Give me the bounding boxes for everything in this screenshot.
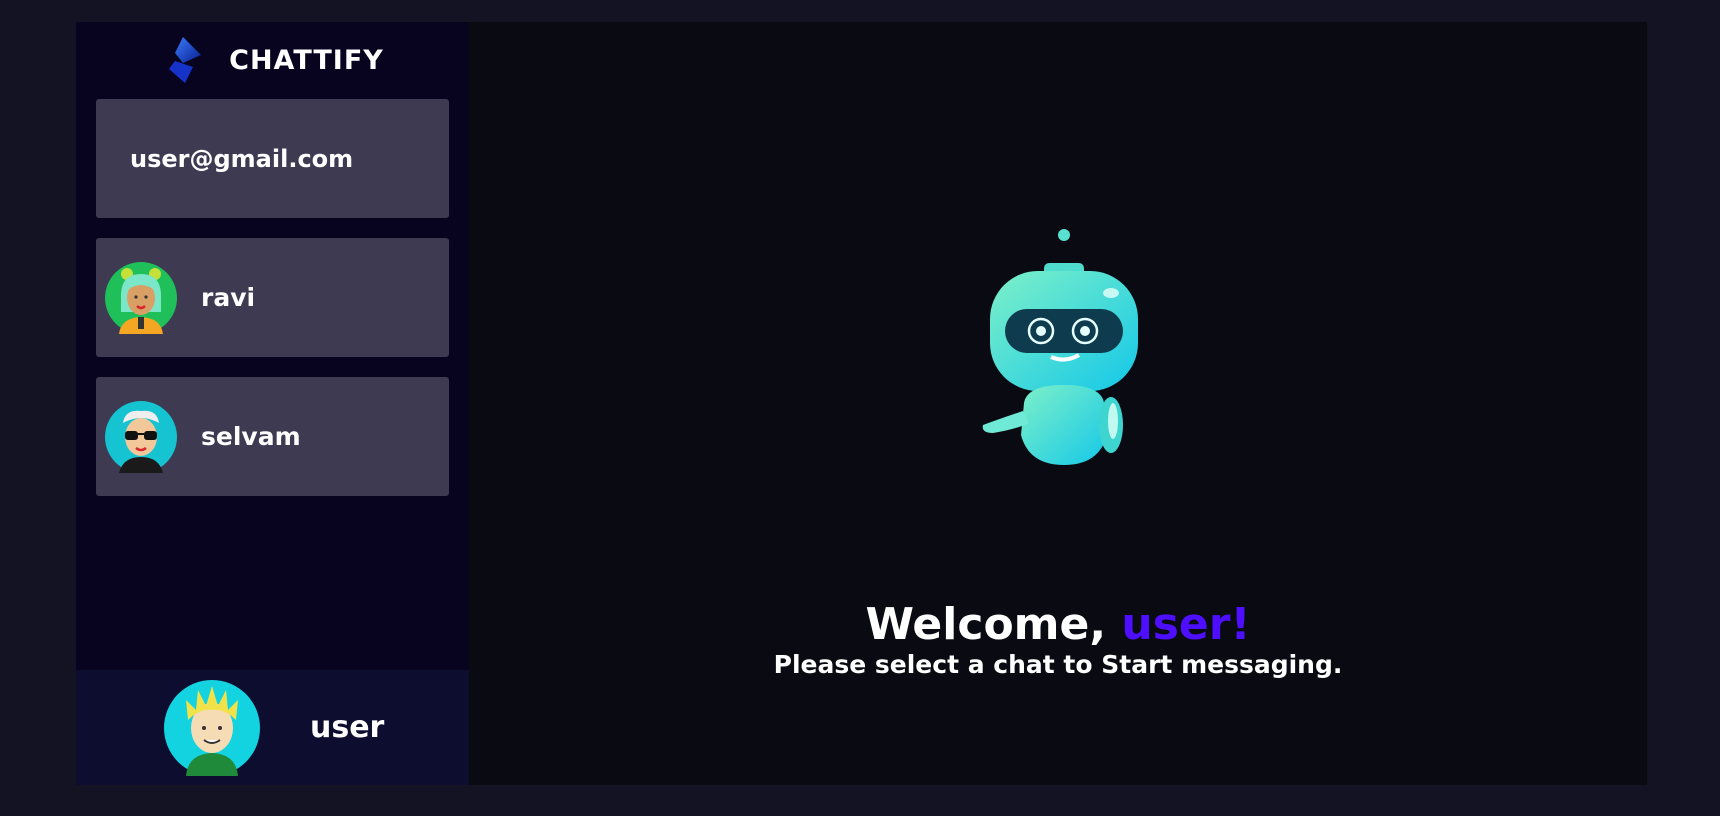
current-user-panel: user <box>76 670 469 785</box>
welcome-subtitle: Please select a chat to Start messaging. <box>773 650 1343 679</box>
contact-item-ravi[interactable]: ravi <box>96 238 449 357</box>
app-name: CHATTIFY <box>229 44 384 76</box>
girl-avatar-icon <box>105 261 177 334</box>
contact-item-selvam[interactable]: selvam <box>96 377 449 496</box>
welcome-username: user! <box>1121 599 1251 650</box>
blonde-boy-avatar-icon <box>164 679 260 776</box>
welcome-heading: Welcome, user! <box>469 600 1647 650</box>
brand: CHATTIFY <box>76 22 469 98</box>
welcome-greeting: Welcome, <box>865 599 1122 650</box>
robot-illustration <box>982 229 1138 465</box>
contact-name: ravi <box>201 283 256 312</box>
contact-name: selvam <box>201 422 301 451</box>
welcome-panel: Welcome, user! Please select a chat to S… <box>469 22 1647 785</box>
contacts-sidebar: CHATTIFY user@gmail.com ravi selvam user <box>76 22 469 785</box>
chat-app: CHATTIFY user@gmail.com ravi selvam user… <box>76 22 1647 785</box>
current-username: user <box>310 710 385 745</box>
user-email-card: user@gmail.com <box>96 99 449 218</box>
user-email: user@gmail.com <box>130 144 354 173</box>
chattify-logo-icon <box>169 37 202 83</box>
sunglasses-avatar-icon <box>105 400 177 473</box>
